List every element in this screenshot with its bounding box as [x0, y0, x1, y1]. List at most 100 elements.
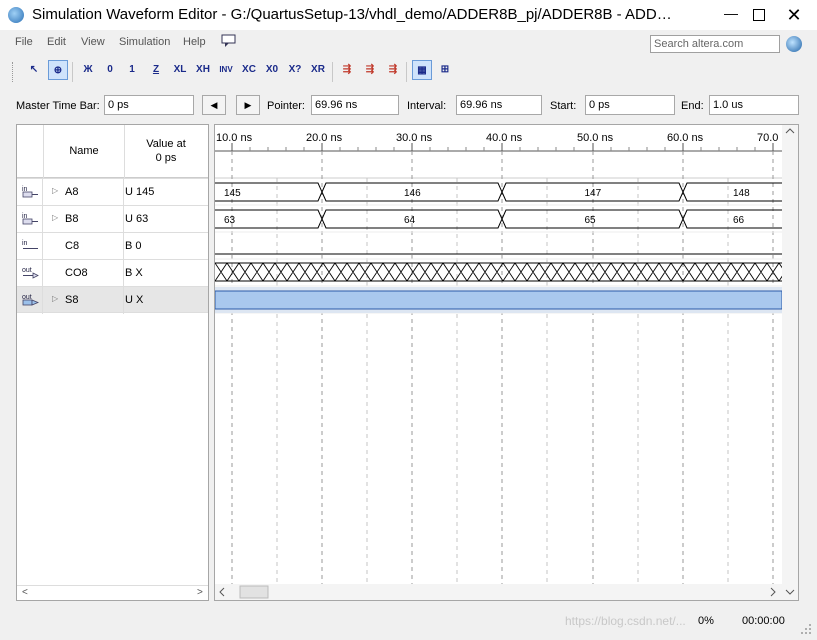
scroll-left-icon[interactable]: <: [22, 587, 28, 598]
toolbar-divider: [332, 62, 333, 82]
zoom-tool-icon[interactable]: ⊕: [48, 60, 68, 80]
count-value-icon[interactable]: XC: [239, 60, 259, 80]
ruler-tick-label: 40.0 ns: [486, 132, 523, 144]
waveform-canvas[interactable]: 10.0 ns 20.0 ns 30.0 ns 40.0 ns 50.0 ns 60.0 …: [215, 125, 798, 600]
value-header-line2: 0 ps: [155, 152, 177, 164]
menu-edit[interactable]: Edit: [47, 36, 66, 48]
column-divider: [123, 233, 124, 260]
output-bus-pin-icon: out: [22, 294, 39, 306]
force-low-icon[interactable]: 0: [100, 60, 120, 80]
arbitrary-value-icon[interactable]: X?: [285, 60, 305, 80]
a8-wave-value-label: 146: [404, 188, 421, 199]
minimize-button[interactable]: —: [717, 2, 745, 28]
menu-help[interactable]: Help: [183, 36, 206, 48]
ruler-tick-label: 50.0 ns: [577, 132, 614, 144]
signal-row-b8[interactable]: in ▷ B8 U 63: [17, 205, 208, 233]
input-pin-icon: in: [22, 213, 38, 225]
timing-simulation-icon[interactable]: ⇶: [360, 60, 380, 80]
scroll-right-icon[interactable]: >: [197, 587, 203, 598]
expand-arrow-icon[interactable]: ▷: [52, 186, 58, 195]
toolbar: ↖ ⊕ Ж 0 1 Z XL XH INV XC X0 X? XR ⇶ ⇶ ⇶ …: [0, 58, 817, 86]
expand-arrow-icon[interactable]: ▷: [52, 294, 58, 303]
end-field[interactable]: 1.0 us: [709, 95, 799, 115]
menu-file[interactable]: File: [15, 36, 33, 48]
signal-name: C8: [65, 240, 80, 252]
netlist-simulation-icon[interactable]: ⇶: [383, 60, 403, 80]
master-time-bar-field[interactable]: 0 ps: [104, 95, 194, 115]
toolbar-grip: [12, 62, 15, 82]
expand-arrow-icon[interactable]: ▷: [52, 213, 58, 222]
menu-view[interactable]: View: [81, 36, 105, 48]
b8-wave-value-label: 64: [404, 215, 416, 226]
svg-text:out: out: [22, 267, 32, 274]
functional-simulation-icon[interactable]: ⇶: [337, 60, 357, 80]
b8-wave-value-label: 63: [224, 215, 236, 226]
signal-list-header: Name Value at 0 ps: [17, 125, 208, 178]
b8-wave-value-label: 66: [733, 215, 745, 226]
selection-tool-icon[interactable]: ↖: [24, 60, 44, 80]
grid-settings-icon[interactable]: ⊞: [435, 60, 455, 80]
chat-icon[interactable]: [221, 34, 237, 48]
time-control-bar: Master Time Bar: 0 ps ◀ ▶ Pointer: 69.96…: [0, 92, 817, 120]
start-label: Start:: [550, 100, 577, 112]
search-input[interactable]: Search altera.com: [650, 35, 780, 53]
vertical-scrollbar[interactable]: [782, 125, 798, 600]
a8-wave-value-label: 145: [224, 188, 241, 199]
signal-row-co8[interactable]: out CO8 B X: [17, 259, 208, 287]
interval-field[interactable]: 69.96 ns: [456, 95, 542, 115]
elapsed-time: 00:00:00: [742, 615, 785, 627]
horizontal-scrollbar[interactable]: < >: [17, 585, 208, 601]
value-header-line1: Value at: [146, 138, 186, 150]
ruler-tick-label: 60.0 ns: [667, 132, 704, 144]
globe-icon[interactable]: [786, 36, 802, 52]
resize-grip-icon[interactable]: [801, 622, 813, 634]
clock-icon[interactable]: X0: [262, 60, 282, 80]
column-divider: [42, 179, 43, 206]
weak-low-icon[interactable]: XL: [170, 60, 190, 80]
pointer-field[interactable]: 69.96 ns: [311, 95, 399, 115]
ruler-tick-label: 30.0 ns: [396, 132, 433, 144]
invert-icon[interactable]: INV: [216, 60, 236, 80]
ruler-tick-label: 70.0: [757, 132, 778, 144]
column-divider: [123, 179, 124, 206]
maximize-button[interactable]: [745, 2, 773, 28]
signal-row-a8[interactable]: in ▷ A8 U 145: [17, 178, 208, 206]
force-high-icon[interactable]: 1: [122, 60, 142, 80]
prev-transition-button[interactable]: ◀: [202, 95, 226, 115]
toolbar-divider: [406, 62, 407, 82]
signal-row-c8[interactable]: in C8 B 0: [17, 232, 208, 260]
end-label: End:: [681, 100, 704, 112]
menu-simulation[interactable]: Simulation: [119, 36, 170, 48]
ruler-tick-label: 10.0 ns: [216, 132, 253, 144]
next-transition-button[interactable]: ▶: [236, 95, 260, 115]
maximize-icon: [753, 9, 765, 21]
signal-value: U 145: [125, 186, 155, 198]
co8-wave-unknown-hatch: [215, 262, 792, 282]
snap-to-grid-icon[interactable]: ▦: [412, 60, 432, 80]
signal-name: A8: [65, 186, 79, 198]
random-values-icon[interactable]: XR: [308, 60, 328, 80]
waveform-panel: 10.0 ns 20.0 ns 30.0 ns 40.0 ns 50.0 ns 60.0 …: [214, 124, 799, 601]
high-impedance-icon[interactable]: Z: [146, 60, 166, 80]
name-column-header[interactable]: Name: [43, 125, 125, 178]
waveform-horizontal-scrollbar[interactable]: [215, 584, 782, 600]
horizontal-scroll-thumb[interactable]: [239, 585, 269, 599]
signal-value: U 63: [125, 213, 149, 225]
svg-text:in: in: [22, 240, 28, 247]
column-divider: [123, 206, 124, 233]
close-button[interactable]: ✕: [774, 2, 814, 28]
column-divider: [123, 287, 124, 314]
input-pin-icon: in: [22, 186, 38, 198]
window-title: Simulation Waveform Editor - G:/QuartusS…: [32, 6, 672, 23]
weak-high-icon[interactable]: XH: [193, 60, 213, 80]
signal-row-s8[interactable]: out ▷ S8 U X: [17, 286, 208, 314]
value-column-header[interactable]: Value at 0 ps: [124, 137, 208, 165]
ruler-tick-label: 20.0 ns: [306, 132, 343, 144]
master-time-bar-label: Master Time Bar:: [16, 100, 100, 112]
signal-value: B 0: [125, 240, 142, 252]
column-divider: [42, 260, 43, 287]
column-divider: [123, 260, 124, 287]
toolbar-divider: [72, 62, 73, 82]
start-field[interactable]: 0 ps: [585, 95, 675, 115]
force-unknown-icon[interactable]: Ж: [78, 60, 98, 80]
